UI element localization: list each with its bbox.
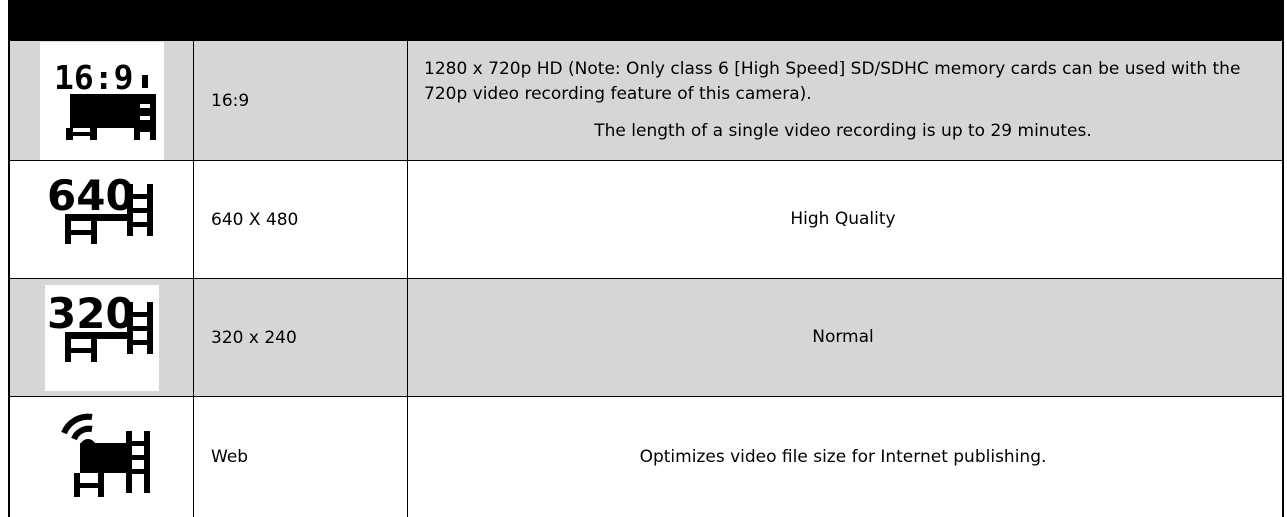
header-item: Item	[211, 10, 257, 35]
item-cell: 320 x 240	[194, 279, 408, 396]
description-cell: High Quality	[408, 161, 1282, 278]
item-cell: 640 X 480	[194, 161, 408, 278]
video-size-table: Icon Item Description 16:9 16:9 1280 x 7…	[8, 0, 1284, 517]
description-text: Optimizes video file size for Internet p…	[639, 446, 1047, 467]
table-row: 320 320 x 240 Normal	[10, 279, 1282, 397]
icon-label: 16:9	[54, 58, 133, 97]
icon-cell: 16:9	[10, 41, 194, 160]
item-cell: Web	[194, 397, 408, 517]
header-description: Description	[424, 10, 538, 35]
description-cell: Optimizes video file size for Internet p…	[408, 397, 1282, 517]
icon-label: 320	[47, 289, 135, 338]
description-text: High Quality	[790, 209, 896, 229]
icon-label: 640	[47, 171, 135, 220]
description-cell: Normal	[408, 279, 1282, 396]
item-cell: 16:9	[194, 41, 408, 160]
table-row: 16:9 16:9 1280 x 720p HD (Note: Only cla…	[10, 41, 1282, 161]
video-640-icon: 640	[47, 171, 153, 244]
description-cell: 1280 x 720p HD (Note: Only class 6 [High…	[408, 41, 1282, 160]
video-16-9-hd-icon: 16:9	[54, 58, 156, 140]
table-row: 640 640 X 480 High Quality	[10, 161, 1282, 279]
icon-cell: 320	[10, 279, 194, 396]
description-text: The length of a single video recording i…	[594, 121, 1092, 141]
icon-cell: 640	[10, 161, 194, 278]
video-web-icon	[60, 413, 150, 497]
header-icon: Icon	[28, 10, 70, 35]
table-header: Icon Item Description	[10, 0, 1282, 41]
icon-cell	[10, 397, 194, 517]
description-text: Normal	[812, 327, 874, 347]
table-row: Web Optimizes video file size for Intern…	[10, 397, 1282, 517]
video-320-icon: 320	[47, 289, 153, 362]
description-text: 1280 x 720p HD (Note: Only class 6 [High…	[424, 59, 1241, 104]
